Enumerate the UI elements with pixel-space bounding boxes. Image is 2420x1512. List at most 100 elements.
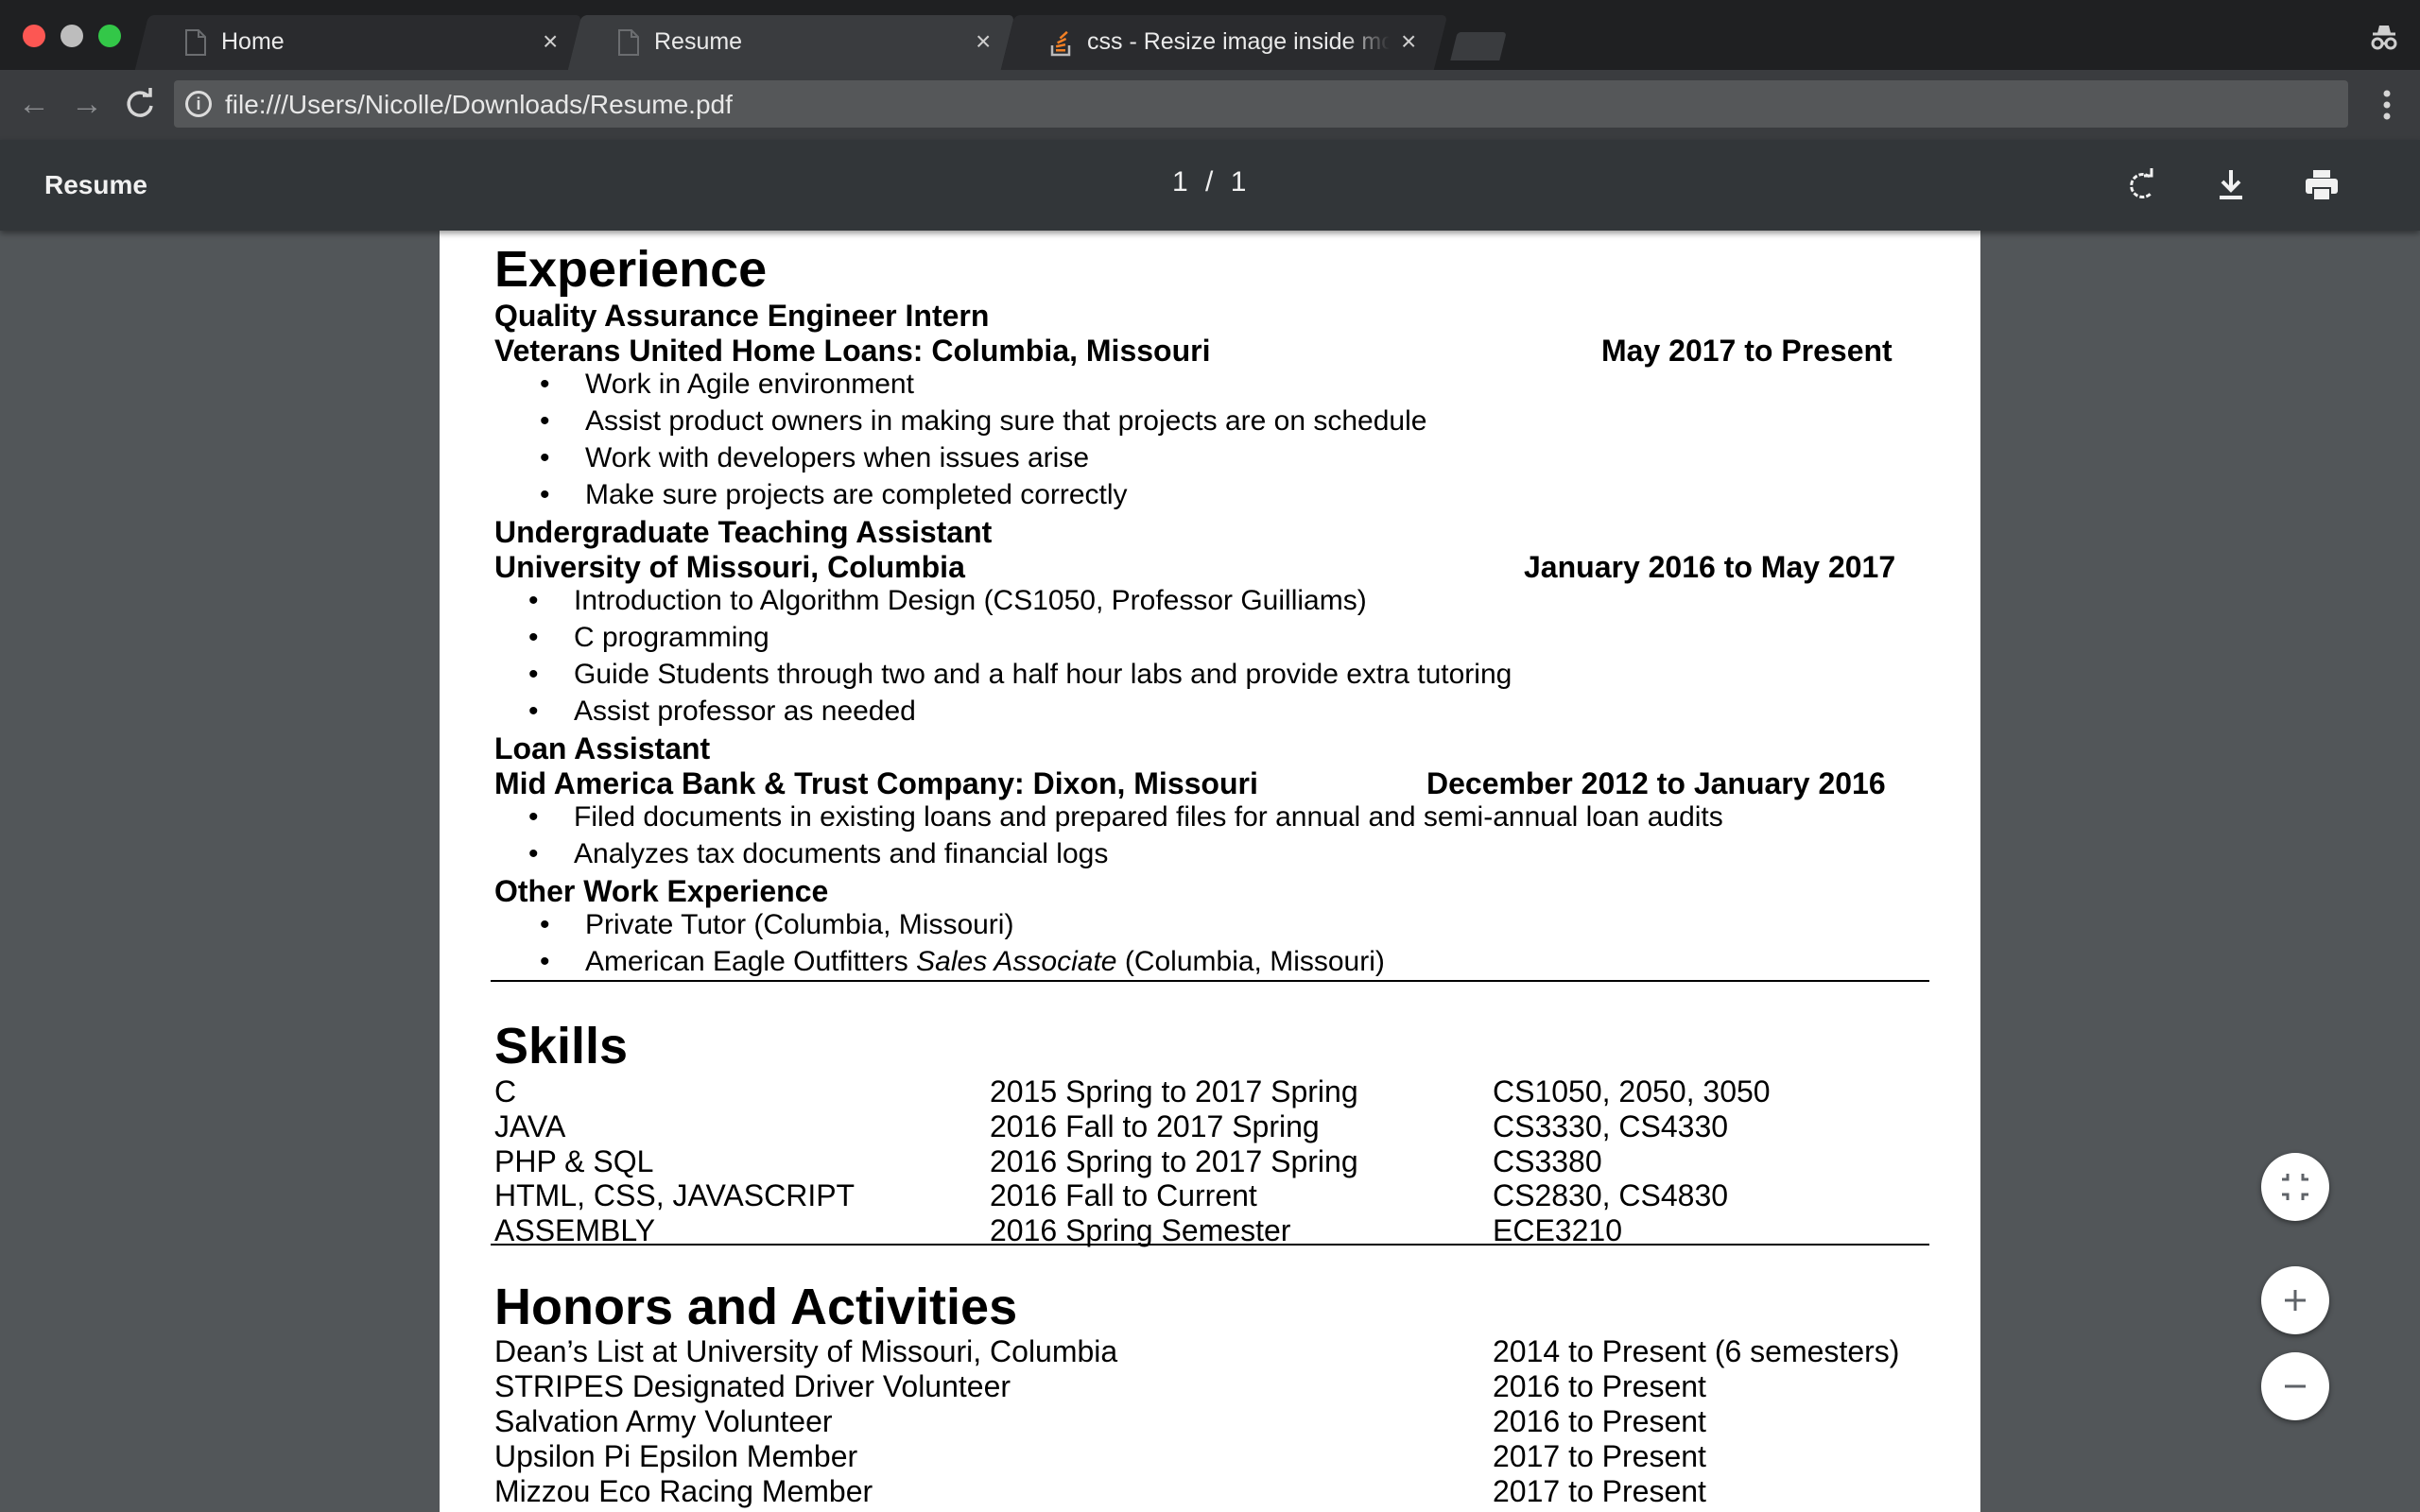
bullet-text: Work in Agile environment bbox=[585, 369, 914, 400]
pdf-title: Resume bbox=[44, 170, 147, 199]
page-total: 1 bbox=[1230, 166, 1247, 198]
zoom-in-button[interactable] bbox=[2261, 1266, 2329, 1334]
honor-name: STRIPES Designated Driver Volunteer bbox=[494, 1369, 1011, 1403]
bullet-marker: • bbox=[540, 909, 550, 940]
skill-period: 2016 Fall to Current bbox=[990, 1178, 1257, 1213]
close-window-button[interactable] bbox=[23, 25, 45, 47]
bullet-marker: • bbox=[540, 946, 550, 977]
bullet-text: Analyzes tax documents and financial log… bbox=[574, 838, 1109, 869]
bullet-text: Work with developers when issues arise bbox=[585, 442, 1090, 473]
new-tab-button[interactable] bbox=[1450, 32, 1507, 60]
fit-page-button[interactable] bbox=[2261, 1153, 2329, 1221]
tab-stackoverflow[interactable]: css - Resize image inside mod × bbox=[1000, 15, 1448, 70]
stackoverflow-icon bbox=[1050, 30, 1071, 57]
list-item: • Assist product owners in making sure th… bbox=[540, 405, 1426, 438]
tab-home[interactable]: Home × bbox=[134, 15, 582, 70]
bullet-marker: • bbox=[540, 369, 550, 400]
incognito-icon bbox=[2371, 26, 2397, 50]
section-heading-experience: Experience bbox=[494, 241, 768, 298]
info-icon[interactable]: i bbox=[185, 91, 212, 117]
tab-strip: Home × Resume × css - Resize image insid… bbox=[0, 0, 2420, 70]
bullet-text: C programming bbox=[574, 622, 769, 653]
list-item: • Assist professor as needed bbox=[528, 696, 916, 728]
skill-name: ASSEMBLY bbox=[494, 1213, 656, 1248]
skill-name: C bbox=[494, 1074, 517, 1108]
rotate-icon[interactable] bbox=[2121, 164, 2163, 206]
reload-icon[interactable] bbox=[119, 83, 161, 125]
skill-name: HTML, CSS, JAVASCRIPT bbox=[494, 1178, 856, 1213]
section-heading-skills: Skills bbox=[494, 1018, 629, 1074]
job-employer: Veterans United Home Loans: Columbia, Mi… bbox=[494, 334, 1211, 368]
bullet-text-part: American Eagle Outfitters bbox=[585, 946, 917, 977]
job-title: Other Work Experience bbox=[494, 874, 829, 908]
bullet-marker: • bbox=[540, 442, 550, 473]
skill-period: 2016 Spring Semester bbox=[990, 1213, 1291, 1248]
honor-period: 2017 to Present bbox=[1493, 1474, 1706, 1508]
honor-period: 2016 to Present bbox=[1493, 1404, 1706, 1438]
skill-courses: CS2830, CS4830 bbox=[1493, 1178, 1729, 1213]
skill-name: PHP & SQL bbox=[494, 1143, 654, 1178]
page-separator: / bbox=[1205, 166, 1214, 198]
skill-courses: CS3380 bbox=[1493, 1143, 1602, 1178]
bullet-text: Make sure projects are completed correct… bbox=[585, 479, 1128, 510]
bullet-marker: • bbox=[540, 405, 550, 437]
list-item: • Filed documents in existing loans and p… bbox=[528, 801, 1723, 833]
job-dates: January 2016 to May 2017 bbox=[1524, 550, 1896, 584]
minimize-window-button[interactable] bbox=[60, 25, 83, 47]
forward-icon[interactable]: → bbox=[66, 83, 108, 125]
job-employer: Mid America Bank & Trust Company: Dixon,… bbox=[494, 766, 1258, 800]
skill-name: JAVA bbox=[494, 1108, 566, 1143]
honor-period: 2016 to Present bbox=[1493, 1369, 1706, 1403]
tab-close-icon[interactable]: × bbox=[543, 26, 558, 57]
honor-period: 2017 to Present bbox=[1493, 1439, 1706, 1473]
honor-name: Upsilon Pi Epsilon Member bbox=[494, 1439, 858, 1473]
bullet-text: Introduction to Algorithm Design (CS1050… bbox=[574, 585, 1367, 616]
menu-icon[interactable] bbox=[2373, 85, 2401, 125]
pdf-page: Experience Quality Assurance Engineer In… bbox=[440, 231, 1980, 1512]
zoom-window-button[interactable] bbox=[98, 25, 121, 47]
skill-period: 2015 Spring to 2017 Spring bbox=[990, 1074, 1358, 1108]
skill-period: 2016 Fall to 2017 Spring bbox=[990, 1108, 1320, 1143]
tab-close-icon[interactable]: × bbox=[1401, 26, 1416, 57]
url-text[interactable]: file:///Users/Nicolle/Downloads/Resume.p… bbox=[225, 90, 733, 120]
print-icon[interactable] bbox=[2301, 164, 2342, 206]
bullet-marker: • bbox=[528, 838, 539, 869]
section-divider bbox=[491, 980, 1929, 982]
download-icon[interactable] bbox=[2210, 164, 2252, 206]
bullet-text-part: (Columbia, Missouri) bbox=[1116, 946, 1385, 977]
zoom-out-button[interactable] bbox=[2261, 1352, 2329, 1420]
bullet-text: Assist product owners in making sure tha… bbox=[585, 405, 1427, 437]
bullet-text: Private Tutor (Columbia, Missouri) bbox=[585, 909, 1014, 940]
tab-title: Home bbox=[221, 28, 285, 55]
back-icon[interactable]: ← bbox=[13, 83, 55, 125]
page-icon bbox=[618, 29, 639, 56]
bullet-text-italic: Sales Associate bbox=[916, 946, 1117, 977]
address-bar[interactable]: i file:///Users/Nicolle/Downloads/Resume… bbox=[174, 80, 2348, 128]
list-item: • C programming bbox=[528, 622, 769, 654]
zoom-in-icon bbox=[2285, 1290, 2306, 1311]
tab-title: css - Resize image inside mod bbox=[1087, 28, 1390, 55]
browser-toolbar: ← → i file:///Users/Nicolle/Downloads/Re… bbox=[0, 70, 2420, 140]
bullet-marker: • bbox=[528, 659, 539, 690]
job-dates: May 2017 to Present bbox=[1601, 334, 1893, 368]
list-item: • Introduction to Algorithm Design (CS105… bbox=[528, 585, 1367, 617]
list-item: • Work with developers when issues arise bbox=[540, 442, 1089, 474]
bullet-marker: • bbox=[528, 622, 539, 653]
list-item: • Make sure projects are completed correc… bbox=[540, 479, 1128, 511]
page-number-input[interactable]: 1 bbox=[1172, 166, 1188, 198]
skill-courses: ECE3210 bbox=[1493, 1213, 1622, 1248]
list-item: • Guide Students through two and a half h… bbox=[528, 659, 1512, 691]
tab-resume[interactable]: Resume × bbox=[567, 15, 1015, 70]
skill-courses: CS1050, 2050, 3050 bbox=[1493, 1074, 1771, 1108]
bullet-marker: • bbox=[528, 696, 539, 727]
bullet-marker: • bbox=[528, 801, 539, 833]
honor-period: 2014 to Present (6 semesters) bbox=[1493, 1334, 1900, 1368]
tab-close-icon[interactable]: × bbox=[976, 26, 991, 57]
list-item: • Private Tutor (Columbia, Missouri) bbox=[540, 909, 1013, 941]
list-item: • American Eagle Outfitters Sales Associa… bbox=[540, 946, 1385, 978]
zoom-out-icon bbox=[2285, 1384, 2306, 1388]
fit-page-icon bbox=[2282, 1174, 2308, 1200]
section-heading-honors: Honors and Activities bbox=[494, 1279, 1018, 1335]
job-title: Quality Assurance Engineer Intern bbox=[494, 299, 990, 333]
job-title: Loan Assistant bbox=[494, 731, 711, 765]
